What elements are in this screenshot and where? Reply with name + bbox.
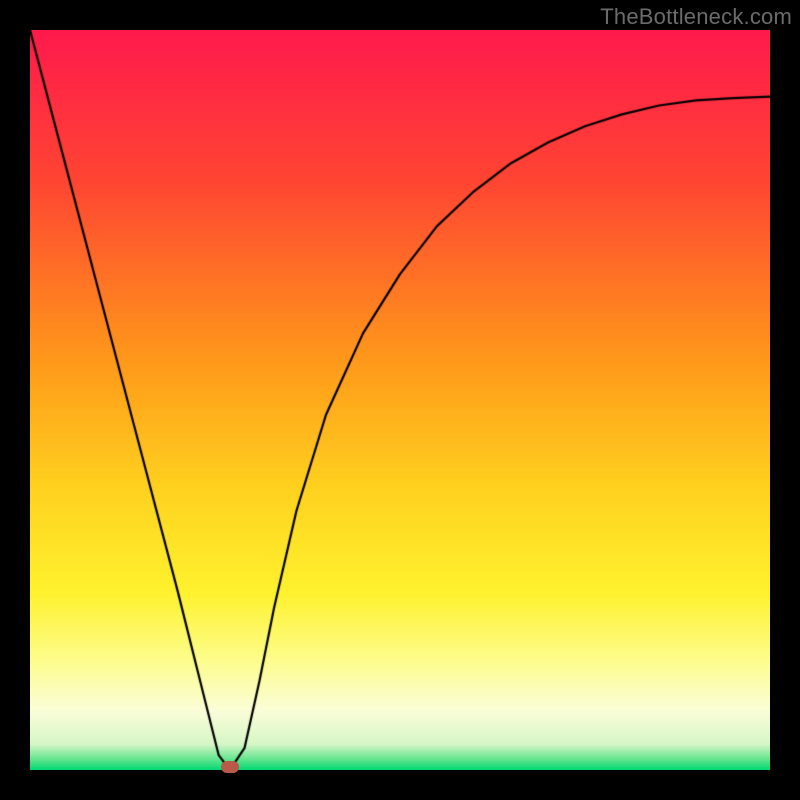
optimum-marker xyxy=(221,761,239,773)
watermark-text: TheBottleneck.com xyxy=(600,4,792,30)
bottleneck-curve xyxy=(30,30,770,770)
chart-frame: TheBottleneck.com xyxy=(0,0,800,800)
